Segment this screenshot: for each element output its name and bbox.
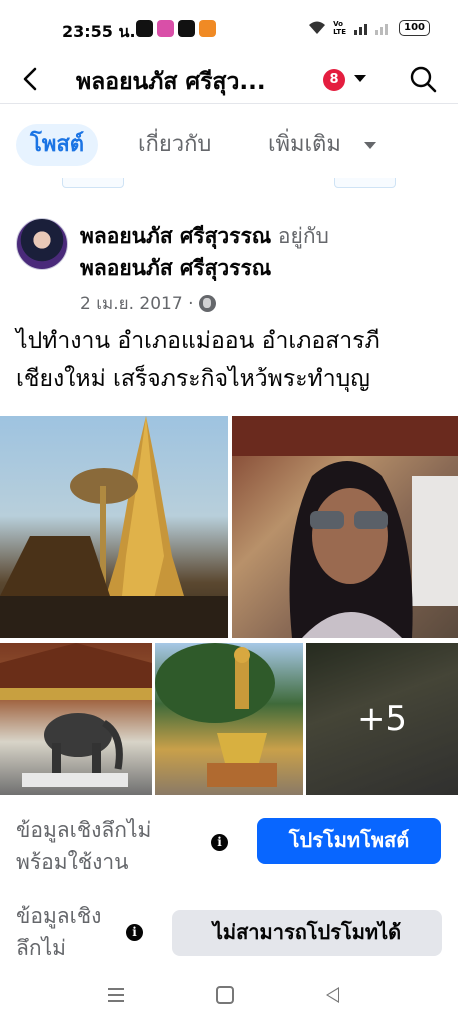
page-header: พลอยนภัส ศรีสุว... 8 bbox=[0, 58, 458, 104]
messenger-icon bbox=[157, 20, 174, 37]
tagged-person[interactable]: พลอยนภัส ศรีสุวรรณ bbox=[80, 256, 271, 280]
back-icon[interactable] bbox=[326, 987, 339, 1003]
statue-illustration bbox=[155, 643, 277, 787]
post-text: ไปทำงาน อำเภอแม่ออน อำเภอสารภี เชียงใหม่… bbox=[16, 322, 446, 398]
network-label: Vo LTE bbox=[333, 20, 346, 36]
system-nav-bar bbox=[0, 972, 458, 1024]
signal-icon bbox=[354, 24, 389, 35]
wifi-icon bbox=[309, 21, 326, 34]
insights-row: ข้อมูลเชิง ลึกไม่ i ไม่สามารถโปรโมทได้ bbox=[0, 900, 458, 966]
avatar[interactable] bbox=[16, 218, 68, 270]
chevron-down-icon[interactable] bbox=[364, 142, 376, 149]
globe-icon bbox=[199, 295, 217, 312]
insights-line: พร้อมใช้งาน bbox=[16, 850, 129, 874]
recent-apps-icon[interactable] bbox=[108, 988, 124, 1002]
previous-card bbox=[334, 178, 396, 188]
notification-badge[interactable]: 8 bbox=[323, 69, 345, 91]
tab-more[interactable]: เพิ่มเติม bbox=[268, 124, 341, 166]
insights-line: ข้อมูลเชิง bbox=[16, 904, 102, 928]
photo-statue[interactable] bbox=[155, 643, 303, 795]
selfie-illustration bbox=[232, 416, 458, 638]
home-icon[interactable] bbox=[216, 986, 234, 1004]
app-icon bbox=[199, 20, 216, 37]
cannot-promote-button[interactable]: ไม่สามารถโปรโมทได้ bbox=[172, 910, 442, 956]
previous-card bbox=[62, 178, 124, 188]
info-icon[interactable]: i bbox=[211, 834, 228, 851]
promote-post-button[interactable]: โปรโมทโพสต์ bbox=[257, 818, 441, 864]
photo-elephant[interactable] bbox=[0, 643, 152, 795]
photo-more[interactable]: +5 bbox=[306, 643, 458, 795]
status-bar: 23:55 น. Vo LTE 100 bbox=[0, 0, 458, 58]
tab-posts[interactable]: โพสต์ bbox=[16, 124, 99, 166]
temple-illustration bbox=[0, 416, 228, 638]
tab-about[interactable]: เกี่ยวกับ bbox=[138, 124, 211, 166]
post-author-line: พลอยนภัส ศรีสุวรรณ อยู่กับ พลอยนภัส ศรีส… bbox=[80, 220, 440, 284]
photo-selfie[interactable] bbox=[232, 416, 458, 638]
post-header: พลอยนภัส ศรีสุวรรณ อยู่กับ พลอยนภัส ศรีส… bbox=[0, 210, 458, 320]
info-icon[interactable]: i bbox=[126, 924, 143, 941]
chevron-down-icon[interactable] bbox=[354, 75, 366, 82]
page-title: พลอยนภัส ศรีสุว... bbox=[76, 69, 266, 95]
insights-unavailable-text: ข้อมูลเชิงลึกไม่ พร้อมใช้งาน bbox=[16, 814, 151, 874]
battery-indicator: 100 bbox=[399, 20, 430, 36]
insights-row: ข้อมูลเชิงลึกไม่ พร้อมใช้งาน i โปรโมทโพส… bbox=[0, 814, 458, 874]
back-arrow-icon[interactable] bbox=[14, 62, 48, 96]
post-date[interactable]: 2 เม.ย. 2017 · bbox=[80, 290, 193, 317]
with-text: อยู่กับ bbox=[277, 224, 329, 248]
insights-unavailable-text: ข้อมูลเชิง ลึกไม่ bbox=[16, 900, 101, 964]
photo-temple[interactable] bbox=[0, 416, 228, 638]
post-meta: 2 เม.ย. 2017 · bbox=[80, 290, 217, 317]
insights-line: ลึกไม่ bbox=[16, 936, 66, 960]
youtube-icon bbox=[136, 20, 153, 37]
post-author[interactable]: พลอยนภัส ศรีสุวรรณ bbox=[80, 224, 271, 248]
profile-tabs: โพสต์ เกี่ยวกับ เพิ่มเติม bbox=[0, 118, 458, 170]
elephant-illustration bbox=[0, 643, 152, 787]
insights-line: ข้อมูลเชิงลึกไม่ bbox=[16, 818, 152, 842]
status-time: 23:55 น. bbox=[62, 22, 136, 41]
more-photos-count[interactable]: +5 bbox=[306, 699, 458, 739]
post-text-line: ไปทำงาน อำเภอแม่ออน อำเภอสารภี bbox=[16, 328, 380, 354]
tiktok-icon bbox=[178, 20, 195, 37]
status-right: Vo LTE 100 bbox=[307, 20, 430, 36]
search-icon[interactable] bbox=[408, 64, 438, 94]
post-text-line: เชียงใหม่ เสร็จภระกิจไหว้พระทำบุญ bbox=[16, 366, 370, 392]
previous-content-edge bbox=[0, 178, 458, 192]
